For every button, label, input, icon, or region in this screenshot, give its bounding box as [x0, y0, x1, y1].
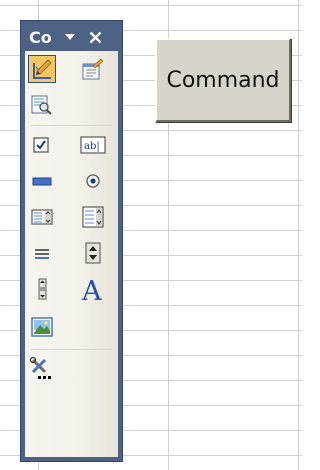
listbox-tool-button[interactable]: [28, 203, 56, 231]
textbox-icon: ab|: [80, 136, 106, 154]
grid-row-line: [0, 5, 302, 6]
toolbar-separator: [31, 125, 112, 126]
option-button-tool-button[interactable]: [79, 167, 107, 195]
design-mode-button[interactable]: [28, 55, 56, 83]
toolbox-titlebar[interactable]: Co: [24, 24, 119, 50]
close-button[interactable]: [85, 27, 105, 47]
option-button-icon: [86, 174, 100, 188]
command-button-tool-button[interactable]: [28, 167, 56, 195]
toolbox-title: Co: [29, 27, 52, 47]
image-icon: [31, 317, 53, 337]
checkbox-tool-button[interactable]: [28, 131, 56, 159]
combobox-icon: [82, 206, 104, 228]
more-controls-icon: [29, 356, 51, 379]
toolbar-separator: [31, 349, 112, 350]
toolbar-options-button[interactable]: [61, 27, 79, 47]
toggle-button-icon: [35, 249, 49, 259]
command-button-icon: [32, 177, 52, 186]
combobox-tool-button[interactable]: [79, 203, 107, 231]
properties-icon: [82, 58, 104, 80]
view-code-icon: [31, 95, 52, 115]
label-icon: A: [81, 276, 102, 303]
svg-text:ab|: ab|: [84, 141, 100, 152]
spin-button-icon: [85, 242, 101, 264]
command-button[interactable]: Command: [155, 38, 291, 122]
checkbox-icon: [33, 137, 49, 153]
grid-column-line: [298, 0, 299, 470]
chevron-down-icon: [65, 34, 75, 40]
label-tool-button[interactable]: A: [79, 275, 107, 303]
toolbox-tools: ab| A: [25, 51, 118, 457]
close-icon: [89, 31, 101, 43]
scrollbar-icon: [38, 278, 47, 300]
more-controls-button[interactable]: [28, 355, 56, 383]
control-toolbox: Co ab| A: [20, 20, 123, 462]
spin-button-tool-button[interactable]: [79, 239, 107, 267]
design-mode-icon: [33, 59, 52, 79]
textbox-tool-button[interactable]: ab|: [79, 131, 107, 159]
scrollbar-tool-button[interactable]: [28, 275, 56, 303]
listbox-icon: [31, 209, 53, 225]
svg-text:A: A: [81, 276, 102, 303]
view-code-button[interactable]: [28, 91, 56, 119]
image-tool-button[interactable]: [28, 313, 56, 341]
properties-button[interactable]: [79, 55, 107, 83]
toggle-button-tool-button[interactable]: [28, 239, 56, 267]
